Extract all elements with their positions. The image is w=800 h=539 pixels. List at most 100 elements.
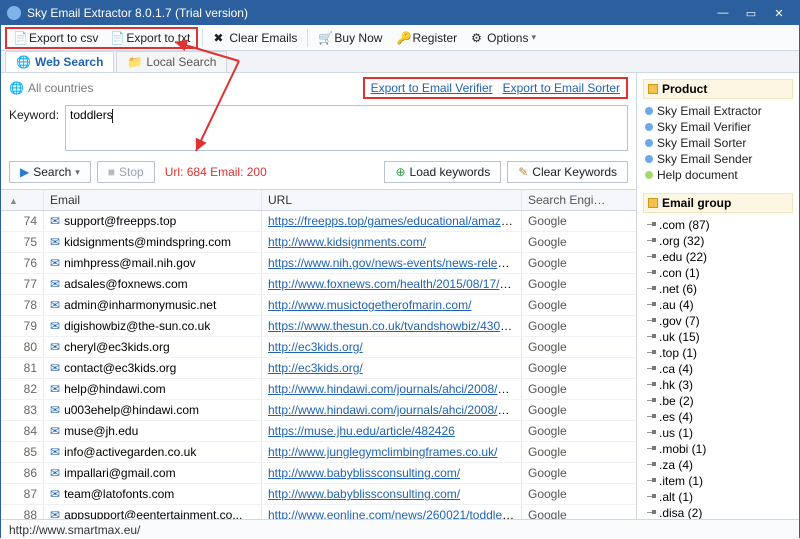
table-row[interactable]: 76✉nimhpress@mail.nih.govhttps://www.nih… [1,253,636,274]
table-row[interactable]: 77✉adsales@foxnews.comhttp://www.foxnews… [1,274,636,295]
product-item[interactable]: Sky Email Sorter [643,135,793,151]
options-button[interactable]: ⚙ Options ▾ [465,29,542,47]
email-group-item[interactable]: .edu (22) [643,249,793,265]
close-button[interactable]: ✕ [765,3,793,23]
url-link[interactable]: http://www.kidsignments.com/ [268,235,426,249]
table-row[interactable]: 88✉appsupport@eentertainment.co...http:/… [1,505,636,519]
email-group-item[interactable]: .ca (4) [643,361,793,377]
email-group-item[interactable]: .top (1) [643,345,793,361]
table-row[interactable]: 82✉help@hindawi.comhttp://www.hindawi.co… [1,379,636,400]
email-group-item[interactable]: .za (4) [643,457,793,473]
col-search-engine[interactable]: Search Engine▲ [521,190,613,210]
clear-keywords-label: Clear Keywords [532,165,617,179]
export-verifier-link[interactable]: Export to Email Verifier [371,81,493,95]
cell-url: http://www.hindawi.com/journals/ahci/200… [261,400,521,420]
url-link[interactable]: http://www.foxnews.com/health/2015/08/17… [268,277,521,291]
grid-header: ▲ Email URL Search Engine▲ [1,190,636,211]
url-link[interactable]: http://www.hindawi.com/journals/ahci/200… [268,403,521,417]
buy-now-button[interactable]: 🛒 Buy Now [312,29,388,47]
search-button[interactable]: ▶ Search ▾ [9,161,91,183]
chevron-down-icon: ▾ [75,167,80,178]
keyword-input[interactable]: toddlers [65,105,628,151]
email-group-item[interactable]: .be (2) [643,393,793,409]
email-group-item[interactable]: .mobi (1) [643,441,793,457]
email-group-item[interactable]: .gov (7) [643,313,793,329]
export-txt-button[interactable]: 📄 Export to txt [104,29,196,47]
cell-number: 87 [1,484,43,504]
product-item[interactable]: Help document [643,167,793,183]
email-group-item[interactable]: .hk (3) [643,377,793,393]
url-link[interactable]: http://www.babyblissconsulting.com/ [268,487,460,501]
toolbar: 📄 Export to csv 📄 Export to txt ✖ Clear … [1,25,799,51]
register-button[interactable]: 🔑 Register [390,29,463,47]
email-group-item[interactable]: .us (1) [643,425,793,441]
url-link[interactable]: http://www.musictogetherofmarin.com/ [268,298,471,312]
email-group-item[interactable]: .es (4) [643,409,793,425]
url-link[interactable]: https://www.nih.gov/news-events/news-rel… [268,256,521,270]
url-link[interactable]: http://ec3kids.org/ [268,361,363,375]
table-row[interactable]: 79✉digishowbiz@the-sun.co.ukhttps://www.… [1,316,636,337]
panel-icon [648,198,658,208]
table-row[interactable]: 87✉team@latofonts.comhttp://www.babyblis… [1,484,636,505]
email-group-item[interactable]: .con (1) [643,265,793,281]
url-link[interactable]: http://www.eonline.com/news/260021/toddl… [268,508,521,519]
url-link[interactable]: https://muse.jhu.edu/article/482426 [268,424,455,438]
table-row[interactable]: 85✉info@activegarden.co.ukhttp://www.jun… [1,442,636,463]
envelope-icon: ✉ [50,361,60,375]
email-group-item[interactable]: .com (87) [643,217,793,233]
cell-email: ✉cheryl@ec3kids.org [43,337,261,357]
email-group-item[interactable]: .org (32) [643,233,793,249]
tab-local-search[interactable]: 📁 Local Search [116,51,227,72]
email-group-item[interactable]: .disa (2) [643,505,793,519]
email-group-item[interactable]: .au (4) [643,297,793,313]
tree-dot-icon [652,334,656,338]
table-row[interactable]: 74✉support@freepps.tophttps://freepps.to… [1,211,636,232]
url-link[interactable]: http://ec3kids.org/ [268,340,363,354]
envelope-icon: ✉ [50,235,60,249]
tree-dot-icon [652,318,656,322]
countries-selector[interactable]: 🌐 All countries [9,81,93,95]
table-row[interactable]: 78✉admin@inharmonymusic.nethttp://www.mu… [1,295,636,316]
email-group-item[interactable]: .alt (1) [643,489,793,505]
load-keywords-button[interactable]: ⊕ Load keywords [384,161,501,183]
product-item[interactable]: Sky Email Sender [643,151,793,167]
table-row[interactable]: 86✉impallari@gmail.comhttp://www.babybli… [1,463,636,484]
cell-email: ✉nimhpress@mail.nih.gov [43,253,261,273]
url-link[interactable]: https://freepps.top/games/educational/am… [268,214,521,228]
table-row[interactable]: 81✉contact@ec3kids.orghttp://ec3kids.org… [1,358,636,379]
col-email[interactable]: Email [43,190,261,210]
tree-dot-icon [652,462,656,466]
col-url[interactable]: URL [261,190,521,210]
chevron-down-icon: ▾ [531,32,536,43]
stop-button[interactable]: ■ Stop [97,161,155,183]
maximize-button[interactable]: ▭ [737,3,765,23]
clear-emails-button[interactable]: ✖ Clear Emails [207,29,303,47]
export-csv-button[interactable]: 📄 Export to csv [7,29,104,47]
table-row[interactable]: 80✉cheryl@ec3kids.orghttp://ec3kids.org/… [1,337,636,358]
url-link[interactable]: http://www.babyblissconsulting.com/ [268,466,460,480]
email-group-item[interactable]: .net (6) [643,281,793,297]
cell-email: ✉support@freepps.top [43,211,261,231]
url-link[interactable]: http://www.junglegymclimbingframes.co.uk… [268,445,497,459]
email-group-item[interactable]: .item (1) [643,473,793,489]
envelope-icon: ✉ [50,256,60,270]
url-link[interactable]: https://www.thesun.co.uk/tvandshowbiz/43… [268,319,521,333]
cell-url: http://ec3kids.org/ [261,337,521,357]
product-item[interactable]: Sky Email Verifier [643,119,793,135]
tab-web-search[interactable]: 🌐 Web Search [5,51,114,72]
table-row[interactable]: 84✉muse@jh.eduhttps://muse.jhu.edu/artic… [1,421,636,442]
col-number[interactable]: ▲ [1,190,43,210]
cart-icon: 🛒 [318,31,331,44]
clear-keywords-button[interactable]: ✎ Clear Keywords [507,161,628,183]
product-item[interactable]: Sky Email Extractor [643,103,793,119]
cell-email: ✉contact@ec3kids.org [43,358,261,378]
export-sorter-link[interactable]: Export to Email Sorter [503,81,620,95]
email-group-item[interactable]: .uk (15) [643,329,793,345]
url-link[interactable]: http://www.hindawi.com/journals/ahci/200… [268,382,521,396]
table-row[interactable]: 75✉kidsignments@mindspring.comhttp://www… [1,232,636,253]
minimize-button[interactable]: — [709,3,737,23]
grid-body[interactable]: 74✉support@freepps.tophttps://freepps.to… [1,211,636,519]
table-row[interactable]: 83✉u003ehelp@hindawi.comhttp://www.hinda… [1,400,636,421]
buy-now-label: Buy Now [334,31,382,45]
cell-search-engine: Google [521,421,613,441]
